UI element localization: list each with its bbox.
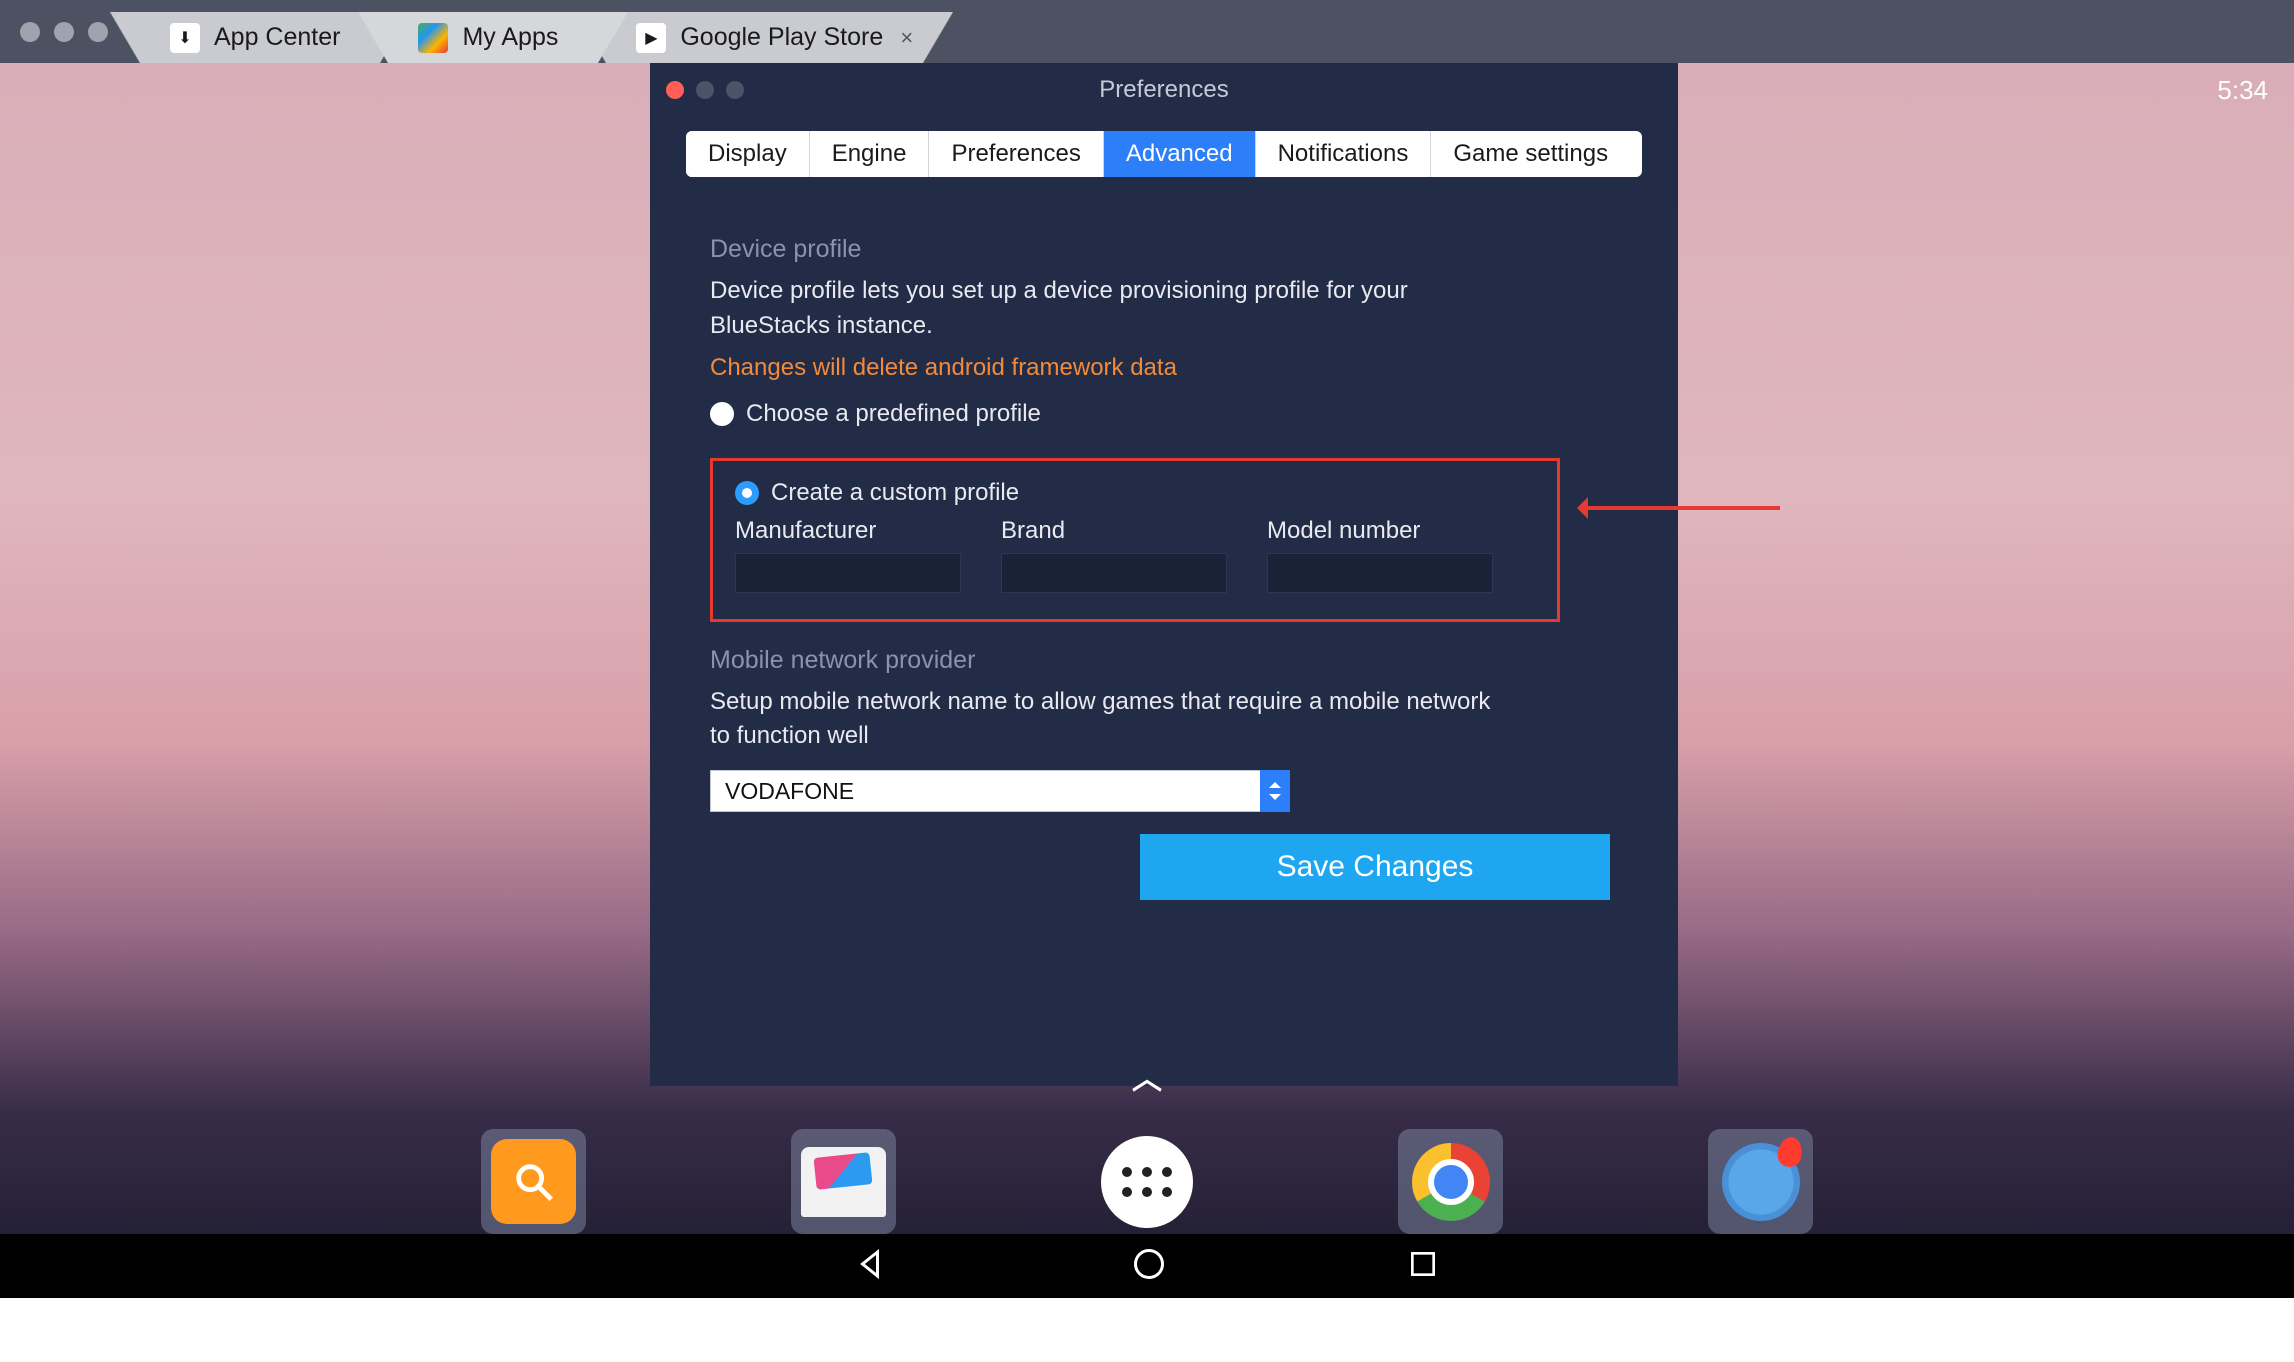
android-nav-bar	[0, 1234, 2294, 1298]
modal-max-dot[interactable]	[726, 81, 744, 99]
tab-label: Google Play Store	[680, 23, 883, 52]
modal-title: Preferences	[1099, 76, 1228, 104]
model-number-input[interactable]	[1267, 553, 1493, 593]
annotation-arrow	[1580, 506, 1780, 510]
modal-min-dot[interactable]	[696, 81, 714, 99]
all-apps-icon	[1101, 1136, 1193, 1228]
tab-advanced[interactable]: Advanced	[1104, 131, 1256, 177]
tab-google-play[interactable]: ▶ Google Play Store ×	[606, 12, 923, 63]
preferences-window: Preferences Display Engine Preferences A…	[650, 63, 1678, 1086]
outer-traffic-lights	[0, 22, 108, 42]
emulator-desktop: 5:34 Preferences Display Engine Preferen…	[0, 63, 2294, 1298]
custom-profile-fields: Manufacturer Brand Model number	[735, 517, 1535, 593]
tab-app-center[interactable]: ⬇ App Center	[140, 12, 380, 63]
status-time: 5:34	[2217, 75, 2268, 106]
dock-chrome[interactable]	[1398, 1129, 1503, 1234]
manufacturer-input[interactable]	[735, 553, 961, 593]
tab-label: My Apps	[462, 23, 558, 52]
device-profile-desc: Device profile lets you set up a device …	[710, 274, 1490, 344]
save-changes-button[interactable]: Save Changes	[1140, 834, 1610, 900]
settings-tabs: Display Engine Preferences Advanced Noti…	[686, 131, 1642, 177]
field-brand: Brand	[1001, 517, 1227, 593]
tab-preferences[interactable]: Preferences	[929, 131, 1103, 177]
network-heading: Mobile network provider	[710, 646, 1618, 675]
dock-all-apps[interactable]	[1101, 1136, 1193, 1228]
device-profile-warning: Changes will delete android framework da…	[710, 354, 1618, 382]
dock-maps[interactable]	[1708, 1129, 1813, 1234]
maps-icon	[1722, 1143, 1800, 1221]
chrome-icon	[1412, 1143, 1490, 1221]
nav-back-button[interactable]	[855, 1246, 891, 1287]
bluestacks-icon	[418, 23, 448, 53]
tab-my-apps[interactable]: My Apps	[388, 12, 598, 63]
radio-icon	[735, 481, 759, 505]
gallery-icon	[801, 1147, 886, 1217]
outer-min-dot[interactable]	[54, 22, 74, 42]
tab-game-settings[interactable]: Game settings	[1431, 131, 1630, 177]
dock-search[interactable]	[481, 1129, 586, 1234]
outer-max-dot[interactable]	[88, 22, 108, 42]
radio-custom-profile[interactable]: Create a custom profile	[735, 479, 1535, 507]
app-dock	[481, 1129, 1813, 1234]
app-window-chrome: ⬇ App Center My Apps ▶ Google Play Store…	[0, 0, 2294, 63]
modal-close-dot[interactable]	[666, 81, 684, 99]
network-select[interactable]	[710, 770, 1290, 812]
nav-recent-button[interactable]	[1407, 1248, 1439, 1285]
tab-display[interactable]: Display	[686, 131, 810, 177]
field-manufacturer: Manufacturer	[735, 517, 961, 593]
preferences-titlebar: Preferences	[650, 63, 1678, 117]
radio-label: Create a custom profile	[771, 479, 1019, 507]
app-center-icon: ⬇	[170, 23, 200, 53]
nav-home-button[interactable]	[1131, 1246, 1167, 1287]
tab-label: App Center	[214, 23, 340, 52]
annotation-highlight-box: Create a custom profile Manufacturer Bra…	[710, 458, 1560, 622]
field-label: Brand	[1001, 517, 1227, 545]
tab-notifications[interactable]: Notifications	[1256, 131, 1432, 177]
radio-predefined-profile[interactable]: Choose a predefined profile	[710, 400, 1618, 428]
settings-body: Device profile Device profile lets you s…	[650, 177, 1678, 900]
outer-close-dot[interactable]	[20, 22, 40, 42]
dock-expand-caret-icon[interactable]: ︿	[1132, 1054, 1162, 1098]
tab-close-icon[interactable]: ×	[900, 25, 913, 51]
device-profile-heading: Device profile	[710, 235, 1618, 264]
field-label: Manufacturer	[735, 517, 961, 545]
search-icon	[491, 1139, 576, 1224]
tab-engine[interactable]: Engine	[810, 131, 930, 177]
dock-gallery[interactable]	[791, 1129, 896, 1234]
radio-icon	[710, 402, 734, 426]
play-store-icon: ▶	[636, 23, 666, 53]
select-arrows-icon[interactable]	[1260, 770, 1290, 812]
network-desc: Setup mobile network name to allow games…	[710, 685, 1500, 755]
field-model-number: Model number	[1267, 517, 1493, 593]
modal-traffic-lights	[666, 81, 744, 99]
brand-input[interactable]	[1001, 553, 1227, 593]
browser-tabs: ⬇ App Center My Apps ▶ Google Play Store…	[140, 12, 923, 63]
radio-label: Choose a predefined profile	[746, 400, 1041, 428]
network-select-wrap	[710, 770, 1290, 812]
field-label: Model number	[1267, 517, 1493, 545]
